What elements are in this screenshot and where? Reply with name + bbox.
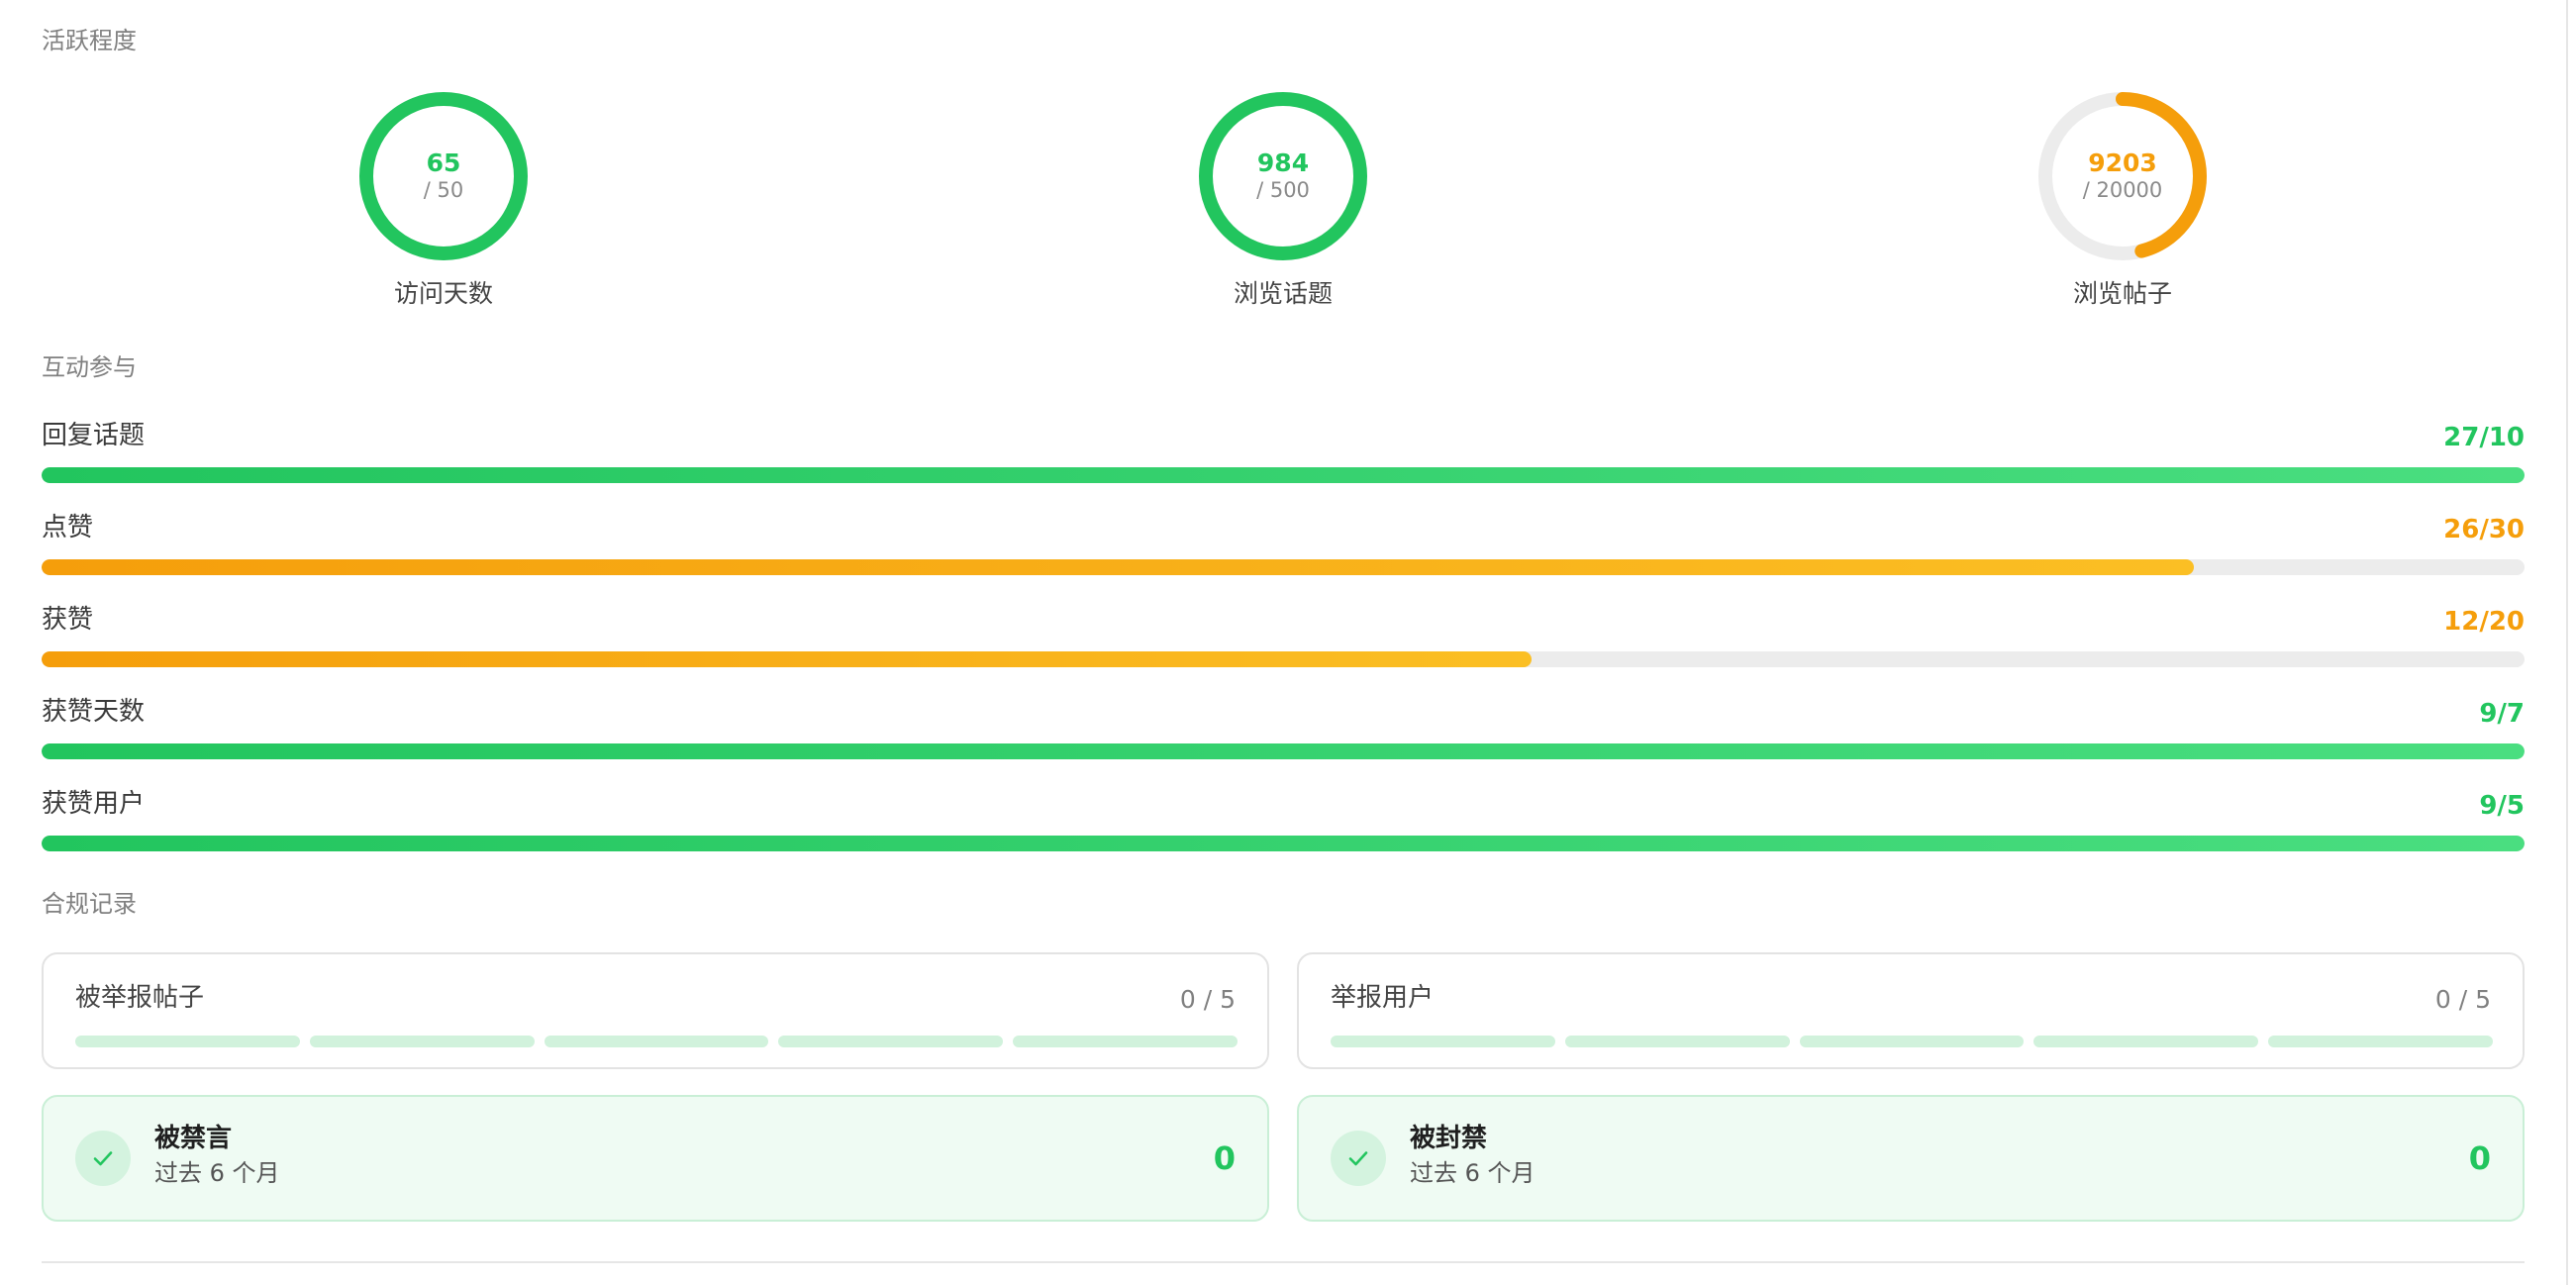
progress-fill bbox=[42, 467, 2525, 483]
progress-label: 获赞用户 bbox=[42, 789, 146, 819]
segment bbox=[1799, 1036, 2025, 1047]
progress-value: 9/5 bbox=[2479, 791, 2525, 821]
ring-center: 984 / 500 bbox=[1164, 91, 1402, 261]
scrollbar-track[interactable] bbox=[2566, 0, 2568, 1285]
check-icon bbox=[1331, 1131, 1386, 1186]
progress-track bbox=[42, 743, 2525, 759]
ring-label: 浏览帖子 bbox=[2072, 279, 2172, 308]
section-title-compliance: 合规记录 bbox=[42, 890, 137, 918]
progress-value: 27/10 bbox=[2443, 423, 2525, 452]
segment bbox=[778, 1036, 1004, 1047]
card-value: 0 / 5 bbox=[1179, 985, 1236, 1014]
divider bbox=[42, 1261, 2525, 1263]
status-subtitle: 过去 6 个月 bbox=[1410, 1159, 1536, 1187]
progress-row-liked-days: 获赞天数 9/7 bbox=[42, 696, 2525, 765]
segment bbox=[1013, 1036, 1238, 1047]
progress-row-likes-received: 获赞 12/20 bbox=[42, 604, 2525, 673]
progress-value: 9/7 bbox=[2479, 699, 2525, 729]
check-icon bbox=[75, 1131, 131, 1186]
card-reported-posts: 被举报帖子 0 / 5 bbox=[42, 952, 1269, 1069]
card-label: 举报用户 bbox=[1331, 983, 1435, 1013]
progress-fill bbox=[42, 559, 2195, 575]
trust-level-panel: 活跃程度 65 / 50 访问天数 984 / 500 浏览话题 9203 / … bbox=[42, 0, 2525, 1285]
segment bbox=[544, 1036, 769, 1047]
ring-label: 访问天数 bbox=[393, 279, 493, 308]
segment bbox=[309, 1036, 535, 1047]
progress-fill bbox=[42, 836, 2525, 851]
ring-max: / 20000 bbox=[2082, 178, 2163, 202]
card-value: 0 / 5 bbox=[2434, 985, 2491, 1014]
ring-label: 浏览话题 bbox=[1233, 279, 1333, 308]
ring-center: 65 / 50 bbox=[325, 91, 562, 261]
progress-label: 点赞 bbox=[42, 513, 94, 543]
progress-label: 回复话题 bbox=[42, 421, 146, 450]
progress-value: 26/30 bbox=[2443, 515, 2525, 544]
status-count: 0 bbox=[1213, 1139, 1236, 1177]
progress-fill bbox=[42, 743, 2525, 759]
segment-bar bbox=[1331, 1036, 2493, 1047]
card-suspended: 被封禁 过去 6 个月 0 bbox=[1297, 1095, 2525, 1222]
status-subtitle: 过去 6 个月 bbox=[154, 1159, 280, 1187]
progress-track bbox=[42, 836, 2525, 851]
status-title: 被禁言 bbox=[154, 1124, 233, 1153]
card-label: 被举报帖子 bbox=[75, 983, 205, 1013]
segment bbox=[1564, 1036, 1790, 1047]
progress-track bbox=[42, 467, 2525, 483]
ring-max: / 50 bbox=[423, 178, 464, 202]
progress-row-replies: 回复话题 27/10 bbox=[42, 420, 2525, 489]
progress-track bbox=[42, 651, 2525, 667]
segment-bar bbox=[75, 1036, 1238, 1047]
ring-browse-topics: 984 / 500 浏览话题 bbox=[1164, 91, 1402, 309]
ring-browse-posts: 9203 / 20000 浏览帖子 bbox=[2004, 91, 2241, 309]
progress-label: 获赞天数 bbox=[42, 697, 146, 727]
progress-label: 获赞 bbox=[42, 605, 94, 635]
status-count: 0 bbox=[2468, 1139, 2491, 1177]
section-title-interaction: 互动参与 bbox=[42, 353, 137, 381]
progress-row-liked-users: 获赞用户 9/5 bbox=[42, 788, 2525, 857]
section-title-activity: 活跃程度 bbox=[42, 27, 137, 54]
ring-value: 984 bbox=[1256, 148, 1310, 177]
ring-value: 65 bbox=[426, 148, 461, 177]
segment bbox=[75, 1036, 300, 1047]
segment bbox=[2268, 1036, 2493, 1047]
segment bbox=[1331, 1036, 1555, 1047]
ring-value: 9203 bbox=[2088, 148, 2157, 177]
ring-visit-days: 65 / 50 访问天数 bbox=[325, 91, 562, 309]
segment bbox=[2033, 1036, 2259, 1047]
ring-max: / 500 bbox=[1256, 178, 1310, 202]
card-reported-users: 举报用户 0 / 5 bbox=[1297, 952, 2525, 1069]
card-silenced: 被禁言 过去 6 个月 0 bbox=[42, 1095, 1269, 1222]
status-title: 被封禁 bbox=[1410, 1124, 1488, 1153]
progress-fill bbox=[42, 651, 1532, 667]
progress-row-likes-given: 点赞 26/30 bbox=[42, 512, 2525, 581]
progress-track bbox=[42, 559, 2525, 575]
ring-center: 9203 / 20000 bbox=[2004, 91, 2241, 261]
progress-value: 12/20 bbox=[2443, 607, 2525, 637]
